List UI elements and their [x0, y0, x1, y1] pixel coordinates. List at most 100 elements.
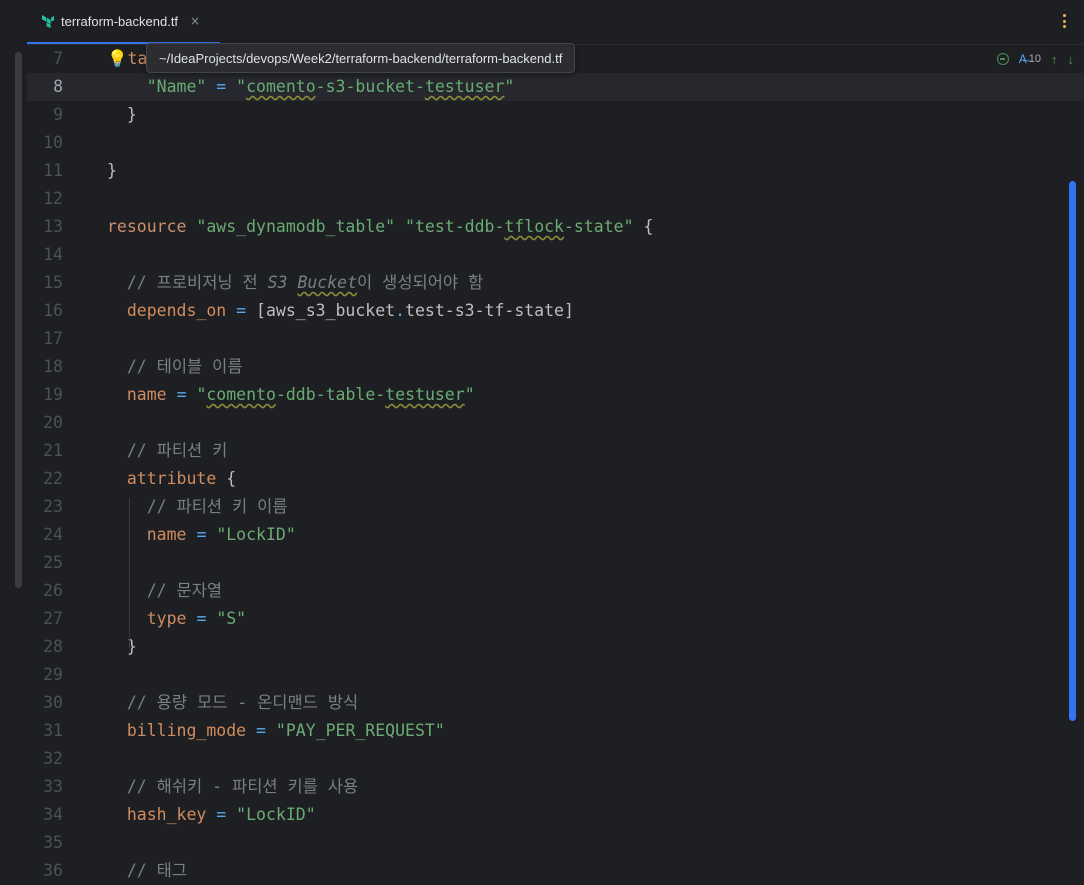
line-number[interactable]: 12	[27, 185, 63, 213]
code-token: }	[107, 161, 117, 180]
line-number[interactable]: 24	[27, 521, 63, 549]
line-number[interactable]: 10	[27, 129, 63, 157]
code-line[interactable]: 34 hash_key = "LockID"	[27, 801, 1084, 829]
code-line[interactable]: 29	[27, 661, 1084, 689]
code-line[interactable]: 11}	[27, 157, 1084, 185]
line-number[interactable]: 27	[27, 605, 63, 633]
code-line[interactable]: 18 // 테이블 이름	[27, 353, 1084, 381]
code-line[interactable]: 21 // 파티션 키	[27, 437, 1084, 465]
no-problems-icon[interactable]	[996, 53, 1009, 65]
line-number[interactable]: 33	[27, 773, 63, 801]
line-number[interactable]: 21	[27, 437, 63, 465]
code-line[interactable]: 8 "Name" = "comento-s3-bucket-testuser"	[27, 73, 1084, 101]
structure-scrollbar[interactable]	[15, 52, 22, 588]
line-number[interactable]: 11	[27, 157, 63, 185]
code-line[interactable]: 28 }	[27, 633, 1084, 661]
line-number[interactable]: 7	[27, 45, 63, 73]
close-icon[interactable]: ×	[190, 14, 200, 28]
line-code: depends_on = [aws_s3_bucket.test-s3-tf-s…	[107, 297, 574, 325]
line-number[interactable]: 34	[27, 801, 63, 829]
code-line[interactable]: 36 // 태그	[27, 857, 1084, 885]
code-line[interactable]: 15 // 프로비저닝 전 S3 Bucket이 생성되어야 함	[27, 269, 1084, 297]
code-line[interactable]: 32	[27, 745, 1084, 773]
line-number[interactable]: 29	[27, 661, 63, 689]
line-number[interactable]: 13	[27, 213, 63, 241]
more-options-icon[interactable]	[1062, 14, 1066, 28]
line-number[interactable]: 26	[27, 577, 63, 605]
code-line[interactable]: 25	[27, 549, 1084, 577]
line-number[interactable]: 31	[27, 717, 63, 745]
code-line[interactable]: 20	[27, 409, 1084, 437]
code-line[interactable]: 27 type = "S"	[27, 605, 1084, 633]
indent-guide	[129, 498, 130, 648]
code-line[interactable]: 30 // 용량 모드 - 온디맨드 방식	[27, 689, 1084, 717]
code-line[interactable]: 31 billing_mode = "PAY_PER_REQUEST"	[27, 717, 1084, 745]
typo-count-badge[interactable]: A̶ 10	[1019, 52, 1041, 66]
tab-terraform-backend[interactable]: terraform-backend.tf ×	[27, 0, 220, 44]
code-line[interactable]: 26 // 문자열	[27, 577, 1084, 605]
line-code: }	[107, 157, 117, 185]
editor-scrollbar[interactable]	[1069, 181, 1076, 721]
line-code: // 파티션 키 이름	[107, 493, 288, 521]
line-code: // 태그	[107, 857, 187, 885]
code-line[interactable]: 12	[27, 185, 1084, 213]
line-number[interactable]: 9	[27, 101, 63, 129]
line-number[interactable]: 19	[27, 381, 63, 409]
arrow-down-icon[interactable]: ↓	[1068, 52, 1075, 67]
code-editor[interactable]: 7 💡ta 8 "Name" = "comento-s3-bucket-testus…	[27, 45, 1084, 883]
arrow-up-icon[interactable]: ↑	[1051, 52, 1058, 67]
code-token: {	[216, 469, 237, 488]
line-number[interactable]: 17	[27, 325, 63, 353]
code-line[interactable]: 35	[27, 829, 1084, 857]
code-token: test-s3-tf-state]	[405, 301, 574, 320]
lightbulb-icon[interactable]: 💡	[107, 49, 128, 68]
code-line[interactable]: 33 // 해쉬키 - 파티션 키를 사용	[27, 773, 1084, 801]
code-token: -state"	[564, 217, 634, 236]
inspection-widget[interactable]: A̶ 10 ↑ ↓	[996, 50, 1075, 68]
line-number[interactable]: 18	[27, 353, 63, 381]
code-line[interactable]: 10	[27, 129, 1084, 157]
line-number[interactable]: 23	[27, 493, 63, 521]
line-number[interactable]: 22	[27, 465, 63, 493]
line-number[interactable]: 20	[27, 409, 63, 437]
line-number[interactable]: 15	[27, 269, 63, 297]
line-number[interactable]: 28	[27, 633, 63, 661]
line-number[interactable]: 25	[27, 549, 63, 577]
line-code: }	[107, 633, 137, 661]
line-number[interactable]: 32	[27, 745, 63, 773]
code-line[interactable]: 17	[27, 325, 1084, 353]
code-line[interactable]: 19 name = "comento-ddb-table-testuser"	[27, 381, 1084, 409]
code-token: =	[216, 77, 227, 96]
code-token: tflock	[504, 217, 564, 236]
line-number[interactable]: 16	[27, 297, 63, 325]
code-line[interactable]: 22 attribute {	[27, 465, 1084, 493]
line-number[interactable]: 8	[27, 73, 63, 101]
code-token: testuser	[385, 385, 465, 404]
code-line[interactable]: 24 name = "LockID"	[27, 521, 1084, 549]
code-line[interactable]: 13 resource "aws_dynamodb_table" "test-dd…	[27, 213, 1084, 241]
line-number[interactable]: 35	[27, 829, 63, 857]
code-line[interactable]: 9 }	[27, 101, 1084, 129]
line-number[interactable]: 36	[27, 857, 63, 885]
line-code: "Name" = "comento-s3-bucket-testuser"	[107, 73, 515, 101]
code-line[interactable]: 16 depends_on = [aws_s3_bucket.test-s3-t…	[27, 297, 1084, 325]
code-line[interactable]: 23 // 파티션 키 이름	[27, 493, 1084, 521]
line-number[interactable]: 30	[27, 689, 63, 717]
code-token: }	[107, 637, 137, 656]
code-line[interactable]: 14	[27, 241, 1084, 269]
line-number[interactable]: 14	[27, 241, 63, 269]
code-token: hash_key	[126, 805, 207, 824]
code-token: "test-ddb-	[405, 217, 505, 236]
code-token: .	[395, 301, 406, 320]
